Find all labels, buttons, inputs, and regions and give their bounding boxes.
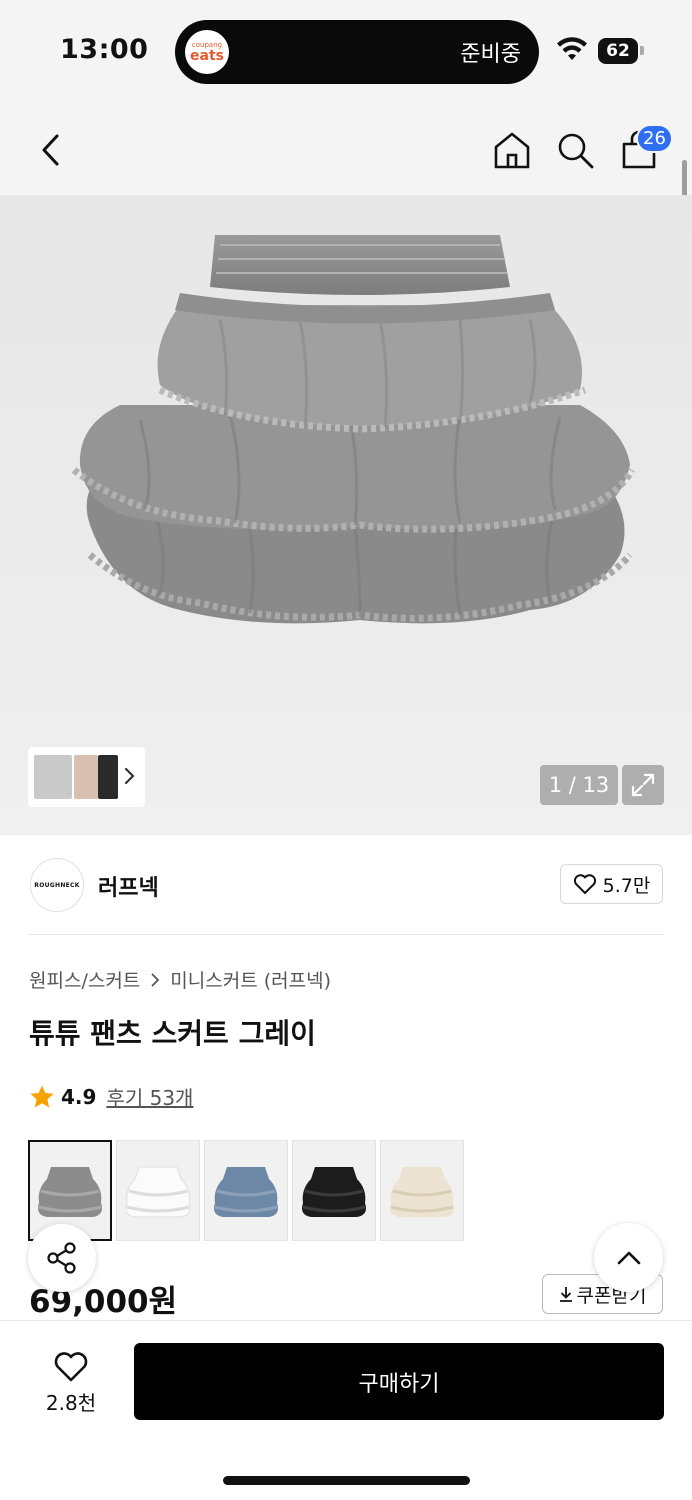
buy-button[interactable]: 구매하기	[134, 1343, 664, 1420]
divider	[28, 934, 664, 935]
top-navigation	[0, 102, 692, 195]
chevron-right-icon	[151, 972, 160, 987]
swatch-skirt-image	[302, 1166, 366, 1217]
swatch-skirt-image	[125, 1166, 191, 1217]
logo-bottom-text: eats	[190, 47, 224, 64]
home-button[interactable]	[490, 128, 534, 172]
chevron-up-icon	[617, 1251, 640, 1264]
search-button[interactable]	[553, 128, 597, 172]
star-icon	[30, 1085, 54, 1107]
status-time: 13:00	[60, 34, 149, 65]
product-image	[71, 235, 636, 624]
product-title: 튜튜 팬츠 스커트 그레이	[29, 1017, 316, 1050]
wifi-icon	[557, 37, 587, 60]
heart-icon	[54, 1351, 88, 1381]
brand-name[interactable]: 러프넥	[98, 870, 159, 902]
cart-count-badge: 26	[636, 124, 673, 153]
share-icon	[47, 1242, 76, 1274]
product-like-button[interactable]: 2.8천	[30, 1343, 112, 1423]
battery-indicator: 62	[598, 38, 638, 64]
dynamic-island[interactable]: coupang eats 준비중	[175, 20, 539, 84]
product-like-count: 2.8천	[45, 1390, 97, 1415]
heart-icon	[573, 874, 596, 894]
gallery-thumbnail[interactable]	[74, 755, 98, 799]
chevron-left-icon	[42, 134, 59, 166]
rating-score: 4.9	[61, 1084, 97, 1109]
review-count-link[interactable]: 후기 53개	[106, 1082, 193, 1111]
gallery-thumbnail-strip[interactable]	[28, 747, 145, 807]
breadcrumb-subcategory[interactable]: 미니스커트 (러프넥)	[170, 966, 331, 993]
rating-row: 4.9 후기 53개	[29, 1082, 193, 1111]
search-icon	[558, 133, 594, 169]
expand-icon	[631, 773, 655, 797]
gallery-thumbnail[interactable]	[34, 755, 72, 799]
product-image-gallery[interactable]: 1 / 13	[0, 195, 692, 835]
swatch-skirt-image	[214, 1166, 278, 1217]
share-button[interactable]	[28, 1224, 96, 1292]
chevron-right-icon[interactable]	[121, 765, 137, 787]
fullscreen-button[interactable]	[622, 765, 664, 805]
color-option-black[interactable]	[292, 1140, 376, 1241]
breadcrumb: 원피스/스커트 미니스커트 (러프넥)	[29, 966, 331, 993]
download-icon	[559, 1287, 572, 1302]
brand-logo[interactable]: ROUGHNECK	[30, 858, 84, 912]
battery-cap	[640, 46, 644, 55]
gallery-thumbnail[interactable]	[98, 755, 118, 799]
swatch-skirt-image	[390, 1166, 454, 1217]
live-activity-status: 준비중	[460, 42, 521, 67]
color-options	[28, 1140, 464, 1241]
color-option-blue[interactable]	[204, 1140, 288, 1241]
home-icon	[494, 132, 530, 169]
coupang-eats-logo: coupang eats	[185, 30, 229, 74]
bottom-action-bar: 2.8천 구매하기	[0, 1320, 692, 1500]
color-option-ivory[interactable]	[380, 1140, 464, 1241]
swatch-skirt-image	[38, 1166, 102, 1217]
scroll-to-top-button[interactable]	[594, 1223, 663, 1292]
home-indicator[interactable]	[223, 1476, 470, 1485]
brand-like-button[interactable]: 5.7만	[560, 864, 663, 904]
image-counter: 1 / 13	[540, 765, 618, 805]
brand-like-count: 5.7만	[602, 874, 651, 897]
back-button[interactable]	[28, 128, 72, 172]
status-bar: 13:00 coupang eats 준비중 62	[0, 0, 692, 102]
color-option-white[interactable]	[116, 1140, 200, 1241]
breadcrumb-category[interactable]: 원피스/스커트	[29, 966, 140, 993]
